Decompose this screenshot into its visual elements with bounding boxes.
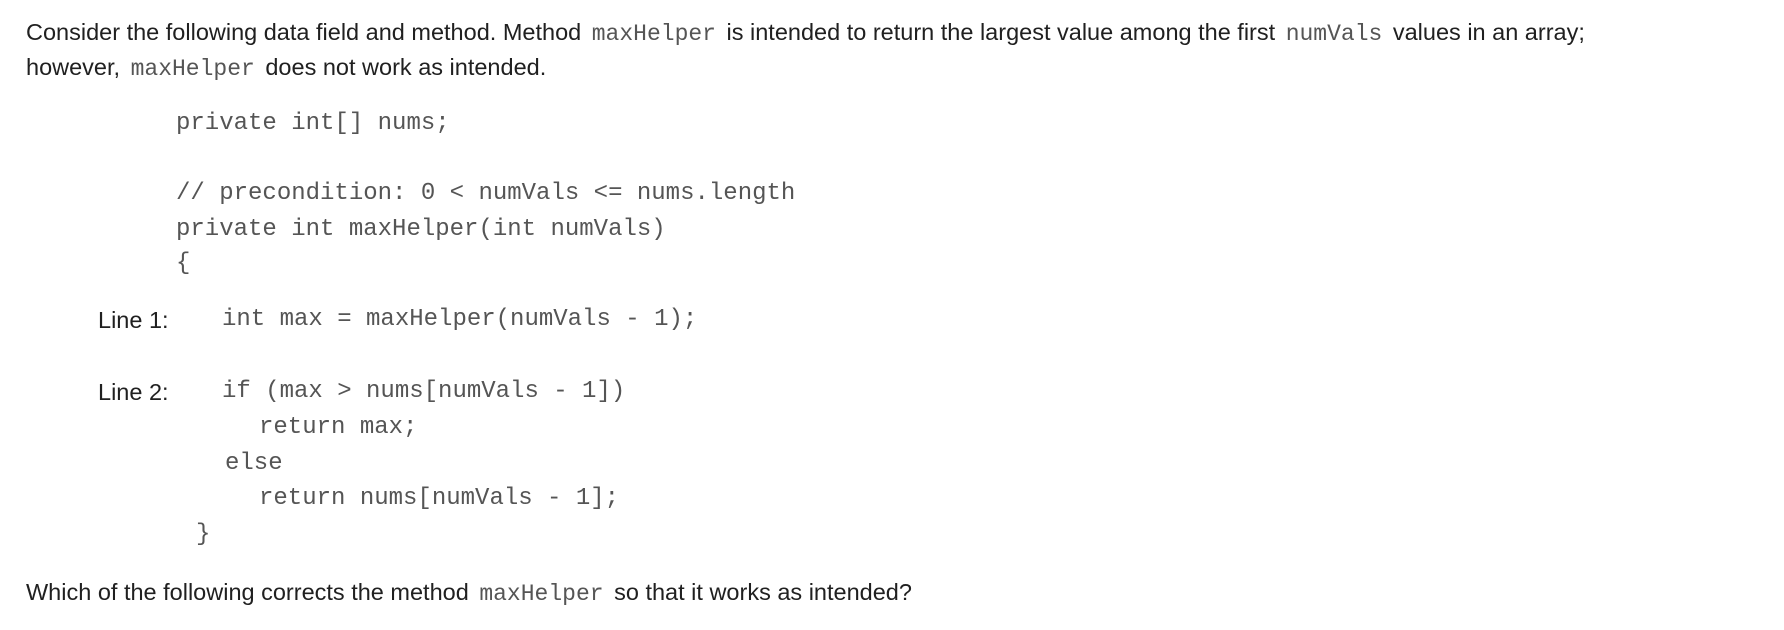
inline-code-maxhelper: maxHelper [591, 21, 716, 47]
code-line-1: int max = maxHelper(numVals - 1); [222, 306, 698, 333]
line-1-label: Line 1: [98, 307, 169, 333]
code-return-max: return max; [259, 414, 418, 441]
question-text-2: so that it works as intended? [614, 579, 912, 605]
inline-code-maxhelper-3: maxHelper [479, 581, 604, 607]
inline-code-maxhelper-2: maxHelper [130, 56, 255, 82]
code-else: else [225, 450, 283, 477]
intro-text-3: values in an array; [1392, 19, 1585, 45]
code-line-2: if (max > nums[numVals - 1]) [222, 378, 626, 405]
line-2-label: Line 2: [98, 379, 169, 405]
code-precondition-comment: // precondition: 0 < numVals <= nums.len… [176, 180, 796, 207]
code-field-declaration: private int[] nums; [176, 110, 450, 137]
code-method-signature: private int maxHelper(int numVals) [176, 216, 666, 243]
question-prompt: Which of the following corrects the meth… [26, 574, 912, 612]
intro-text-2: is intended to return the largest value … [726, 19, 1276, 45]
code-close-brace: } [196, 521, 211, 548]
intro-text-5: does not work as intended. [265, 54, 547, 80]
intro-line-2: however, maxHelper does not work as inte… [26, 49, 546, 87]
intro-text-1: Consider the following data field and me… [26, 19, 582, 45]
question-text-1: Which of the following corrects the meth… [26, 579, 469, 605]
inline-code-numvals: numVals [1285, 21, 1383, 47]
code-return-nums: return nums[numVals - 1]; [259, 485, 620, 512]
intro-text-4: however, [26, 54, 121, 80]
intro-line-1: Consider the following data field and me… [26, 14, 1585, 52]
code-open-brace: { [176, 250, 191, 277]
